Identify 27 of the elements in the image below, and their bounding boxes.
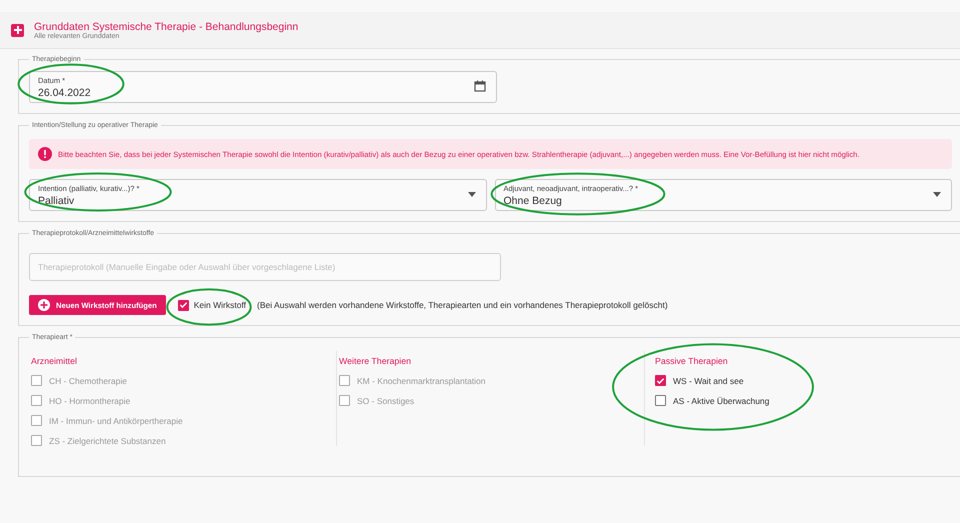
plus-icon xyxy=(11,24,24,36)
checkbox[interactable] xyxy=(655,375,666,386)
checkbox-note: (Bei Auswahl werden vorhandene Wirkstoffe, Therapiearten und ein vorhandenes Therapieprotokoll gelöscht) xyxy=(257,300,668,310)
caret-icon xyxy=(933,192,941,197)
field-value: 26.04.2022 xyxy=(38,86,91,98)
checkbox-label: Kein Wirkstoff xyxy=(194,300,246,310)
plus-icon xyxy=(38,299,50,311)
input-field[interactable]: Therapieprotokoll (Manuelle Eingabe oder Auswahl über vorgeschlagene Liste) xyxy=(29,253,501,281)
checkbox[interactable] xyxy=(655,395,666,406)
checkbox-label: ZS - Zielgerichtete Substanzen xyxy=(49,436,166,446)
field-value: Palliativ xyxy=(38,194,74,206)
field-value: Ohne Bezug xyxy=(504,194,562,206)
group-title: Weitere Therapien xyxy=(339,356,412,366)
group-title: Arzneimittel xyxy=(31,356,78,366)
checkbox-label: AS - Aktive Überwachung xyxy=(673,396,770,406)
group-title: Passive Therapien xyxy=(655,356,729,366)
caret-icon xyxy=(468,192,476,197)
checkbox-label: IM - Immun- und Antikörpertherapie xyxy=(49,416,183,426)
section-title: Grunddaten Systemische Therapie - Behandlungsbeginn xyxy=(34,20,298,32)
checkbox-label: CH - Chemotherapie xyxy=(49,376,127,386)
checkbox[interactable] xyxy=(178,300,189,310)
checkbox-label: KM - Knochenmarktransplantation xyxy=(357,376,486,386)
calendar-icon[interactable] xyxy=(474,80,486,92)
checkbox-label: HO - Hormontherapie xyxy=(49,396,130,406)
checkbox-label: SO - Sonstiges xyxy=(357,396,414,406)
checkbox-label: WS - Wait and see xyxy=(673,376,744,386)
info-icon xyxy=(38,147,52,161)
